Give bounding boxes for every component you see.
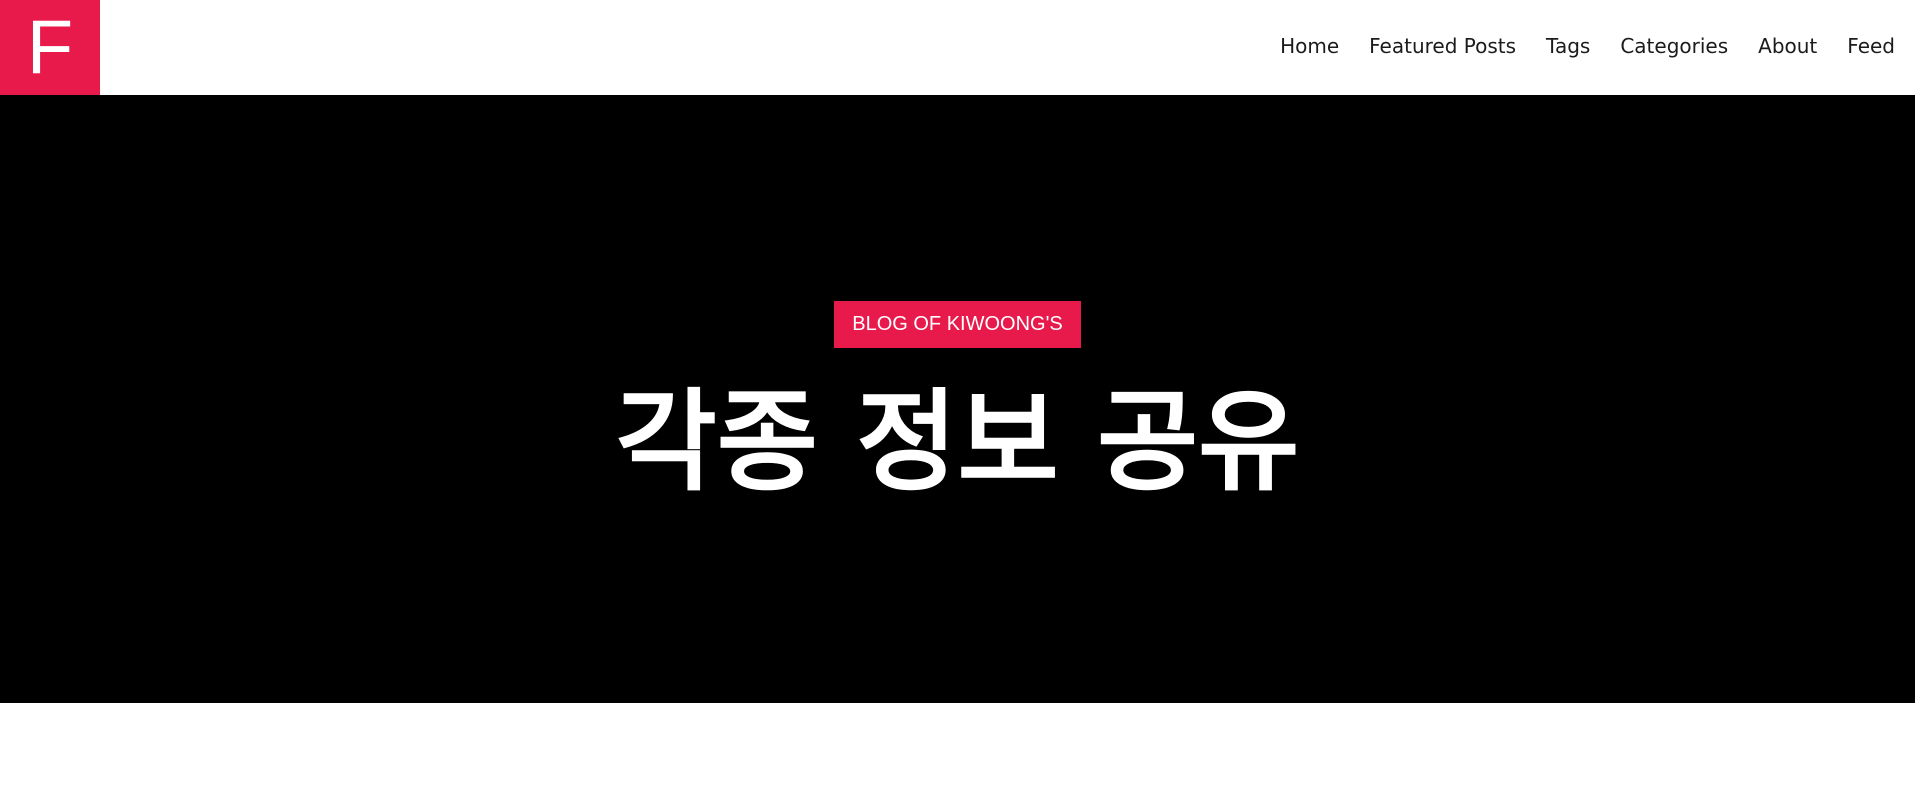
nav-item-feed[interactable]: Feed <box>1847 34 1895 58</box>
nav-item-featured-posts[interactable]: Featured Posts <box>1369 34 1516 58</box>
hero-banner: BLOG OF KIWOONG'S 각종 정보 공유 <box>0 95 1915 703</box>
nav-item-tags[interactable]: Tags <box>1546 34 1590 58</box>
nav-item-categories[interactable]: Categories <box>1620 34 1728 58</box>
main-nav: Home Featured Posts Tags Categories Abou… <box>1280 0 1895 92</box>
hero-badge: BLOG OF KIWOONG'S <box>834 301 1081 348</box>
hero-title: 각종 정보 공유 <box>615 378 1300 506</box>
site-logo[interactable]: F <box>0 0 100 95</box>
nav-item-about[interactable]: About <box>1758 34 1817 58</box>
nav-item-home[interactable]: Home <box>1280 34 1339 58</box>
site-header: F Home Featured Posts Tags Categories Ab… <box>0 0 1915 95</box>
